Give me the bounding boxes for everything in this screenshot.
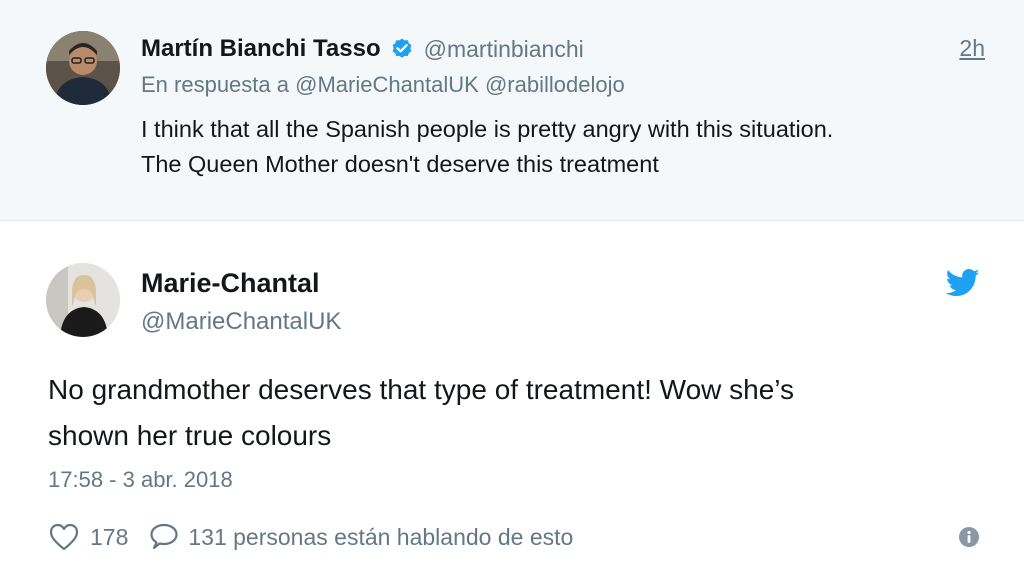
author-handle[interactable]: @martinbianchi xyxy=(424,36,584,63)
main-tweet: Marie-Chantal @MarieChantalUK No grandmo… xyxy=(0,221,1024,576)
tweet-text-line: I think that all the Spanish people is p… xyxy=(141,116,834,142)
tweet-text-line: shown her true colours xyxy=(48,420,332,451)
speech-bubble-icon[interactable] xyxy=(148,522,180,552)
avatar-image xyxy=(46,263,120,337)
mention-link[interactable]: @rabillodelojo xyxy=(485,72,625,97)
reply-tweet-text: I think that all the Spanish people is p… xyxy=(141,112,1001,182)
avatar[interactable] xyxy=(46,263,120,337)
reply-context: En respuesta a @MarieChantalUK @rabillod… xyxy=(141,72,625,98)
twitter-bird-icon[interactable] xyxy=(945,268,980,298)
author-name[interactable]: Marie-Chantal xyxy=(141,268,320,299)
avatar-image xyxy=(46,31,120,105)
heart-icon[interactable] xyxy=(48,522,80,552)
author-name[interactable]: Martín Bianchi Tasso xyxy=(141,35,381,63)
mention-link[interactable]: @MarieChantalUK xyxy=(295,72,479,97)
verified-badge-icon xyxy=(390,37,414,61)
tweet-actions: 178 131 personas están hablando de esto xyxy=(48,521,573,553)
tweet-text-line: No grandmother deserves that type of tre… xyxy=(48,374,795,405)
tweet-timestamp[interactable]: 17:58 - 3 abr. 2018 xyxy=(48,467,233,493)
info-icon[interactable] xyxy=(958,526,980,548)
conversation-link[interactable]: 131 personas están hablando de esto xyxy=(188,524,573,551)
tweet-text: No grandmother deserves that type of tre… xyxy=(48,367,978,459)
reply-tweet[interactable]: Martín Bianchi Tasso @martinbianchi 2h E… xyxy=(0,0,1024,221)
tweet-embed-page: Martín Bianchi Tasso @martinbianchi 2h E… xyxy=(0,0,1024,576)
like-count[interactable]: 178 xyxy=(90,524,128,551)
author-handle[interactable]: @MarieChantalUK xyxy=(141,308,341,336)
tweet-text-line: The Queen Mother doesn't deserve this tr… xyxy=(141,151,659,177)
reply-header: Martín Bianchi Tasso @martinbianchi xyxy=(141,33,584,65)
reply-prefix: En respuesta a xyxy=(141,72,289,97)
avatar[interactable] xyxy=(46,31,120,105)
tweet-time-link[interactable]: 2h xyxy=(959,35,985,62)
